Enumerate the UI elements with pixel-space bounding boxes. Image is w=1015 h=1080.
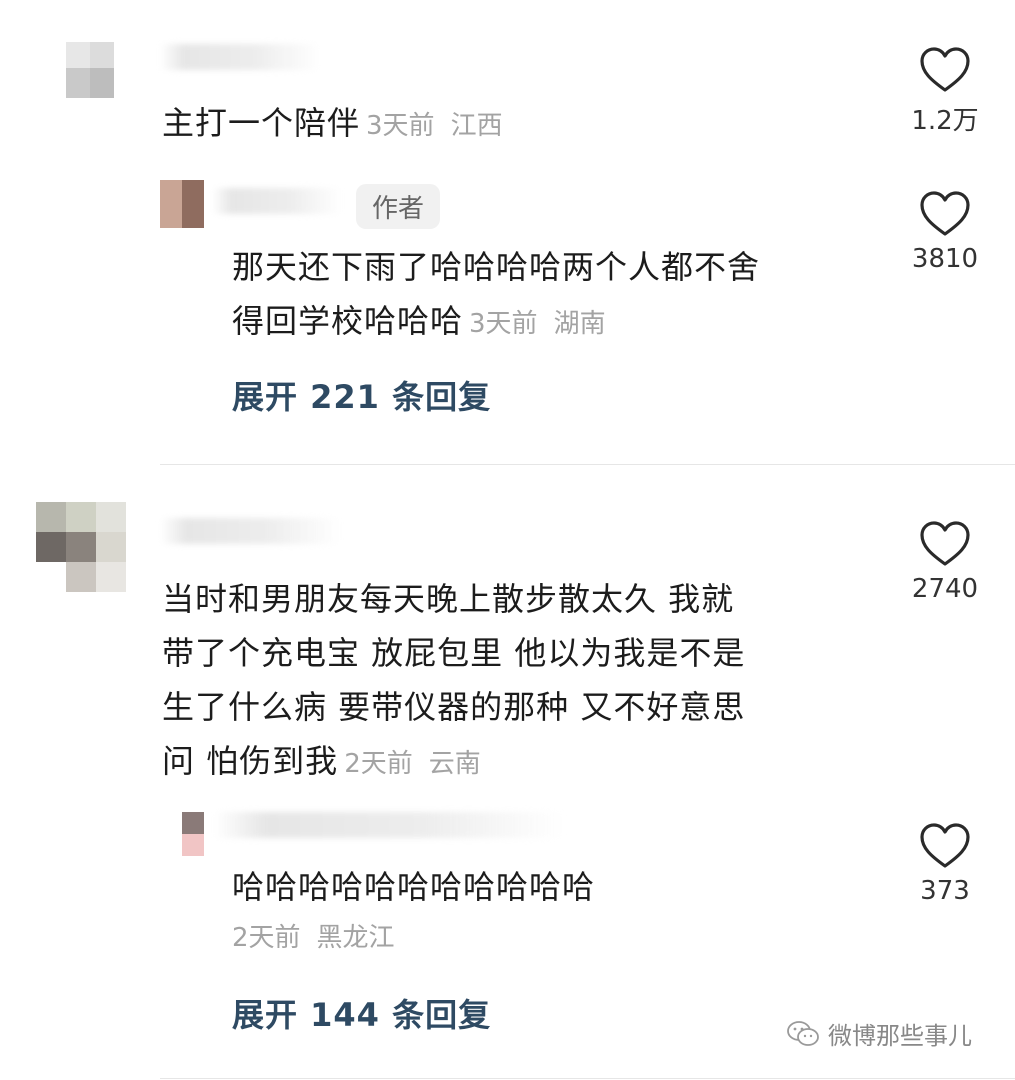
avatar[interactable] [58, 38, 120, 108]
divider [160, 464, 1015, 465]
heart-outline-icon [920, 823, 970, 868]
avatar-mosaic [182, 812, 204, 834]
comment-meta: 2天前 云南 [344, 749, 481, 779]
like-count: 2740 [911, 574, 979, 604]
heart-outline-icon [920, 521, 970, 566]
avatar-mosaic [66, 562, 96, 592]
avatar-mosaic [96, 562, 126, 592]
avatar[interactable] [22, 488, 138, 604]
username-blurred[interactable] [160, 44, 320, 70]
reply-location: 湖南 [553, 309, 606, 339]
expand-replies-button[interactable]: 展开 144 条回复 [232, 990, 491, 1036]
username-blurred[interactable] [214, 812, 564, 838]
avatar-mosaic [90, 42, 114, 68]
watermark: 微博那些事儿 [786, 1016, 972, 1051]
watermark-text: 微博那些事儿 [828, 1022, 972, 1050]
avatar-mosaic [66, 532, 96, 562]
reply-line: 得回学校哈哈哈 3天前 湖南 [232, 294, 760, 351]
comment-text: 当时和男朋友每天晚上散步散太久 我就 带了个充电宝 放屁包里 他以为我是不是 生… [162, 572, 745, 791]
heart-outline-icon [920, 191, 970, 236]
avatar-mosaic [182, 180, 204, 228]
author-tag: 作者 [356, 184, 441, 229]
comment-location: 云南 [428, 749, 481, 779]
avatar[interactable] [178, 808, 208, 860]
comment-time: 2天前 [344, 749, 413, 779]
reply-line: 哈哈哈哈哈哈哈哈哈哈哈 [232, 868, 596, 906]
like-count: 3810 [911, 244, 979, 274]
like-count: 1.2万 [911, 106, 979, 136]
comment-text: 主打一个陪伴 3天前 江西 [162, 96, 503, 153]
avatar-mosaic [90, 68, 114, 98]
avatar[interactable] [160, 178, 206, 230]
reply-meta: 2天前 黑龙江 [232, 920, 395, 956]
reply-text: 那天还下雨了哈哈哈哈两个人都不舍 得回学校哈哈哈 3天前 湖南 [232, 240, 760, 351]
heart-outline-icon [920, 47, 970, 92]
like-button[interactable]: 3810 [900, 190, 990, 274]
avatar-mosaic [66, 42, 90, 68]
reply-time: 3天前 [469, 309, 538, 339]
avatar-mosaic [36, 502, 66, 532]
avatar-mosaic [96, 532, 126, 562]
expand-replies-button[interactable]: 展开 221 条回复 [232, 372, 491, 418]
reply-meta: 3天前 湖南 [469, 309, 606, 339]
comment-line-end: 问 怕伤到我 [162, 742, 339, 780]
comment-body: 主打一个陪伴 [162, 104, 361, 142]
avatar-mosaic [66, 68, 90, 98]
like-button[interactable]: 2740 [900, 520, 990, 604]
avatar-mosaic [182, 834, 204, 856]
comment-line: 带了个充电宝 放屁包里 他以为我是不是 [162, 634, 746, 672]
divider [160, 1078, 1015, 1079]
reply-line-end: 得回学校哈哈哈 [232, 302, 464, 340]
username-blurred[interactable] [160, 518, 340, 544]
comment-line: 问 怕伤到我 2天前 云南 [162, 734, 745, 791]
avatar-mosaic [36, 532, 66, 562]
avatar-mosaic [160, 180, 182, 228]
like-count: 373 [920, 876, 970, 906]
reply-location: 黑龙江 [316, 923, 395, 953]
like-button[interactable]: 373 [900, 822, 990, 906]
avatar-mosaic [96, 502, 126, 532]
reply-time: 2天前 [232, 923, 301, 953]
comment-location: 江西 [450, 111, 503, 141]
wechat-icon [787, 1020, 819, 1046]
reply-line: 那天还下雨了哈哈哈哈两个人都不舍 [232, 248, 761, 286]
avatar-mosaic [66, 502, 96, 532]
like-button[interactable]: 1.2万 [900, 46, 990, 137]
comment-meta: 3天前 江西 [366, 111, 503, 141]
username-blurred[interactable] [212, 188, 342, 214]
reply-text: 哈哈哈哈哈哈哈哈哈哈哈 [232, 860, 595, 914]
comment-line: 生了什么病 要带仪器的那种 又不好意思 [162, 688, 746, 726]
comment-time: 3天前 [366, 111, 435, 141]
comment-line: 当时和男朋友每天晚上散步散太久 我就 [162, 580, 735, 618]
